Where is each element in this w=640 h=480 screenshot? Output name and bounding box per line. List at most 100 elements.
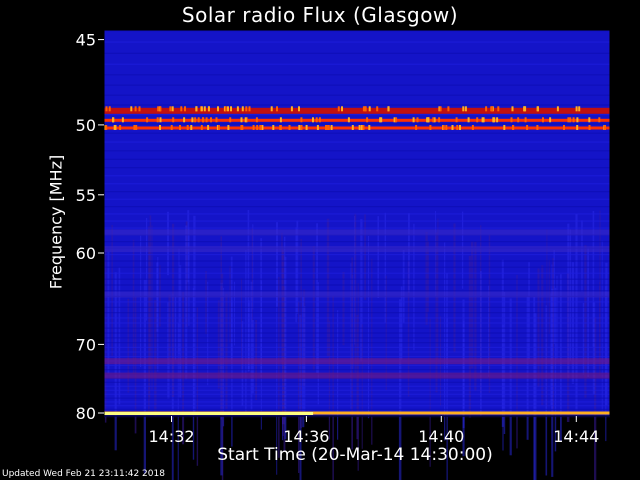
band-spike (186, 125, 189, 130)
band-spike (464, 106, 467, 112)
noise-streak (205, 271, 207, 335)
band-spike (157, 106, 160, 112)
noise-row (104, 158, 610, 160)
band-spike (318, 117, 321, 123)
noise-row (104, 175, 610, 177)
band-spike (156, 117, 159, 123)
band-spike (379, 117, 382, 123)
noise-row (104, 278, 610, 280)
noise-streak (260, 281, 262, 430)
band-spike (112, 117, 115, 123)
band-spike (496, 117, 499, 123)
noise-row (104, 401, 610, 403)
band-spike (259, 125, 262, 130)
band-spike (366, 117, 369, 123)
band-spike (526, 125, 529, 130)
noise-streak (502, 324, 504, 451)
noise-row (104, 198, 610, 200)
y-axis-label: Frequency [MHz] (46, 154, 66, 290)
band-spike (248, 106, 251, 112)
band-spike (517, 117, 520, 123)
band-spike (455, 117, 458, 123)
band-spike (556, 106, 559, 112)
noise-row (104, 206, 610, 208)
band-58 (104, 229, 610, 236)
noise-streak (425, 231, 428, 325)
band-spike (511, 106, 514, 112)
band-spike (563, 125, 565, 130)
noise-row (104, 213, 610, 215)
band-spike (598, 117, 601, 123)
band-spike (240, 117, 243, 123)
noise-streak (168, 294, 171, 359)
band-spike (203, 106, 206, 112)
noise-row (104, 272, 610, 274)
band-spike (456, 125, 459, 130)
band-spike (105, 106, 108, 112)
noise-row (104, 167, 610, 169)
y-tick-label: 45 (76, 31, 96, 50)
noise-row (104, 123, 610, 125)
band-spike (316, 125, 319, 130)
noise-streak (326, 218, 330, 357)
band-spike (298, 125, 301, 130)
noise-row (104, 141, 610, 143)
band-spike (536, 125, 539, 130)
band-spike (305, 125, 308, 130)
band-spike (576, 117, 579, 123)
noise-streak (575, 213, 578, 411)
band-spike (327, 125, 330, 130)
band-spike (467, 117, 470, 123)
noise-row (104, 385, 610, 387)
x-axis-label: Start Time (20-Mar-14 14:30:00) (217, 445, 493, 465)
band-spike (368, 106, 371, 112)
band-spike (159, 117, 162, 123)
band-spike (567, 117, 570, 123)
band-49 (104, 107, 610, 114)
band-spike (245, 106, 248, 112)
band-spike (244, 117, 247, 123)
noise-row (104, 191, 610, 193)
band-spike (462, 106, 465, 112)
band-spike (427, 117, 430, 123)
band-spike (493, 117, 496, 123)
band-spike (362, 106, 365, 112)
noise-streak (182, 291, 185, 445)
band-spike (172, 117, 175, 123)
x-axis: 14:32 14:36 14:40 14:44 (148, 416, 599, 446)
spectrogram-chart: 45 50 55 60 70 80 14:32 14:36 14:40 14:44 (76, 29, 611, 480)
band-spike (523, 106, 526, 112)
band-spike (351, 125, 354, 130)
noise-row (104, 408, 610, 410)
band-spike (572, 117, 575, 123)
band-spike (376, 106, 379, 112)
noise-row (104, 104, 610, 106)
band-spike (146, 117, 149, 123)
band-spike (491, 106, 493, 112)
noise-streak (278, 277, 280, 458)
band-spike (205, 117, 208, 123)
y-tick-label: 70 (76, 335, 96, 354)
noise-streak (444, 242, 446, 441)
noise-row (104, 150, 610, 152)
band-spike (537, 106, 539, 112)
noise-row (104, 355, 610, 358)
noise-row (104, 266, 610, 268)
band-spike (276, 106, 278, 112)
band-spike (207, 106, 210, 112)
band-spike (108, 106, 111, 112)
noise-row (104, 260, 610, 262)
band-spike (497, 106, 500, 112)
band-spike (300, 125, 303, 130)
band-spike (207, 125, 210, 130)
noise-row (104, 317, 610, 319)
y-tick-label: 80 (76, 404, 96, 423)
band-spike (236, 106, 239, 112)
band-spike (364, 106, 367, 112)
updated-timestamp: Updated Wed Feb 21 23:11:42 2018 (2, 469, 165, 479)
band-spike (524, 117, 527, 123)
band-spike (171, 106, 174, 112)
band-spike (270, 106, 273, 112)
band-spike (215, 117, 218, 123)
x-tick-label: 14:44 (553, 427, 599, 446)
